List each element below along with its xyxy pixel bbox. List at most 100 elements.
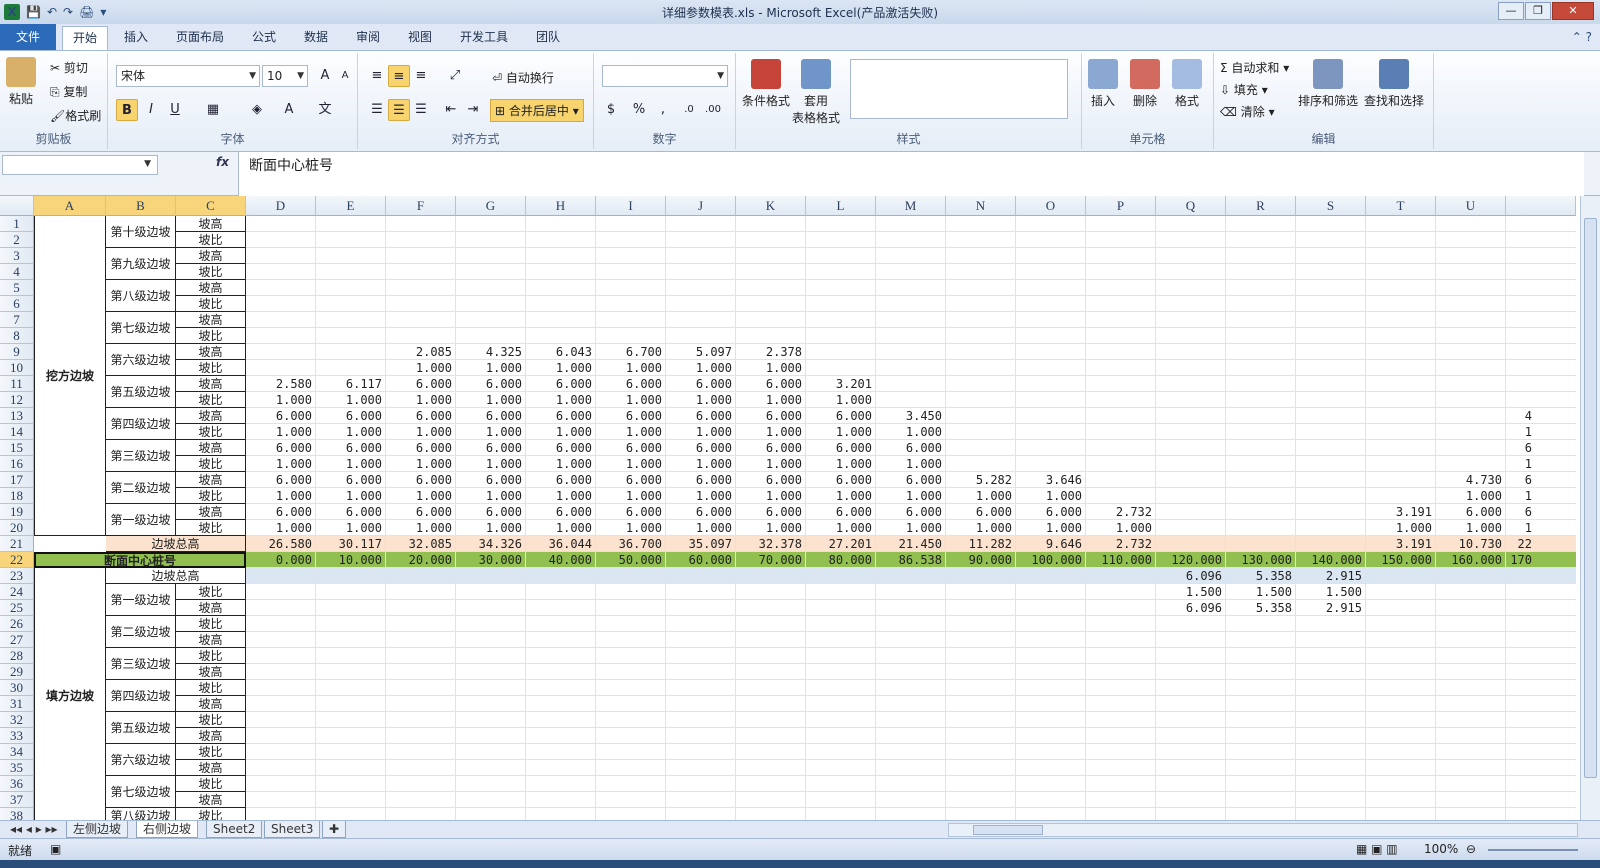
data-cell-u22[interactable]: 160.000 bbox=[1436, 552, 1506, 568]
data-cell-v16[interactable]: 1 bbox=[1506, 456, 1536, 472]
data-cell-n22[interactable]: 90.000 bbox=[946, 552, 1016, 568]
column-header-l[interactable]: L bbox=[806, 196, 876, 216]
data-cell-k18[interactable]: 1.000 bbox=[736, 488, 806, 504]
row-header-32[interactable]: 32 bbox=[0, 712, 34, 728]
data-cell-e14[interactable]: 1.000 bbox=[316, 424, 386, 440]
phonetic-icon[interactable]: 文 bbox=[314, 99, 336, 121]
sort-filter-button[interactable]: 排序和筛选 bbox=[1298, 59, 1358, 109]
data-cell-j12[interactable]: 1.000 bbox=[666, 392, 736, 408]
data-cell-p21[interactable]: 2.732 bbox=[1086, 536, 1156, 552]
data-cell-l15[interactable]: 6.000 bbox=[806, 440, 876, 456]
paste-button[interactable]: 粘贴 bbox=[6, 57, 36, 107]
data-cell-m14[interactable]: 1.000 bbox=[876, 424, 946, 440]
insert-cells-button[interactable]: 插入 bbox=[1088, 59, 1118, 109]
data-cell-u18[interactable]: 1.000 bbox=[1436, 488, 1506, 504]
data-cell-f19[interactable]: 6.000 bbox=[386, 504, 456, 520]
data-cell-e15[interactable]: 6.000 bbox=[316, 440, 386, 456]
row-header-19[interactable]: 19 bbox=[0, 504, 34, 520]
align-bottom-icon[interactable]: ≡ bbox=[410, 65, 432, 87]
row-header-18[interactable]: 18 bbox=[0, 488, 34, 504]
data-cell-j9[interactable]: 5.097 bbox=[666, 344, 736, 360]
data-cell-e20[interactable]: 1.000 bbox=[316, 520, 386, 536]
data-cell-t22[interactable]: 150.000 bbox=[1366, 552, 1436, 568]
underline-button[interactable]: U bbox=[164, 99, 186, 121]
data-cell-o19[interactable]: 6.000 bbox=[1016, 504, 1086, 520]
data-cell-o21[interactable]: 9.646 bbox=[1016, 536, 1086, 552]
data-cell-d20[interactable]: 1.000 bbox=[246, 520, 316, 536]
data-cell-l13[interactable]: 6.000 bbox=[806, 408, 876, 424]
horizontal-scrollbar[interactable] bbox=[948, 823, 1578, 837]
data-cell-v15[interactable]: 6 bbox=[1506, 440, 1536, 456]
row-header-17[interactable]: 17 bbox=[0, 472, 34, 488]
data-cell-v19[interactable]: 6 bbox=[1506, 504, 1536, 520]
data-cell-k22[interactable]: 70.000 bbox=[736, 552, 806, 568]
format-as-table-button[interactable]: 套用 表格格式 bbox=[788, 59, 844, 126]
data-cell-n20[interactable]: 1.000 bbox=[946, 520, 1016, 536]
wrap-text-button[interactable]: ⏎ 自动换行 bbox=[492, 69, 554, 86]
vertical-scrollbar[interactable] bbox=[1580, 196, 1600, 820]
data-cell-t20[interactable]: 1.000 bbox=[1366, 520, 1436, 536]
data-cell-i21[interactable]: 36.700 bbox=[596, 536, 666, 552]
column-header-p[interactable]: P bbox=[1086, 196, 1156, 216]
column-header-q[interactable]: Q bbox=[1156, 196, 1226, 216]
data-cell-m16[interactable]: 1.000 bbox=[876, 456, 946, 472]
macro-record-icon[interactable]: ▣ bbox=[50, 842, 61, 856]
data-cell-g17[interactable]: 6.000 bbox=[456, 472, 526, 488]
data-cell-r24[interactable]: 1.500 bbox=[1226, 584, 1296, 600]
data-cell-o18[interactable]: 1.000 bbox=[1016, 488, 1086, 504]
tab-home[interactable]: 开始 bbox=[62, 26, 109, 50]
column-header-k[interactable]: K bbox=[736, 196, 806, 216]
column-header-r[interactable]: R bbox=[1226, 196, 1296, 216]
comma-icon[interactable]: , bbox=[652, 99, 674, 121]
data-cell-j21[interactable]: 35.097 bbox=[666, 536, 736, 552]
column-header-c[interactable]: C bbox=[176, 196, 246, 216]
data-cell-g22[interactable]: 30.000 bbox=[456, 552, 526, 568]
data-cell-k16[interactable]: 1.000 bbox=[736, 456, 806, 472]
data-cell-f17[interactable]: 6.000 bbox=[386, 472, 456, 488]
row-header-21[interactable]: 21 bbox=[0, 536, 34, 552]
bold-button[interactable]: B bbox=[116, 99, 138, 121]
minimize-button[interactable]: — bbox=[1498, 2, 1524, 20]
data-cell-s24[interactable]: 1.500 bbox=[1296, 584, 1366, 600]
clear-button[interactable]: ⌫ 清除 ▾ bbox=[1220, 103, 1275, 120]
row-header-10[interactable]: 10 bbox=[0, 360, 34, 376]
data-cell-h13[interactable]: 6.000 bbox=[526, 408, 596, 424]
sheet-tab-sheet2[interactable]: Sheet2 bbox=[206, 821, 263, 838]
column-header-j[interactable]: J bbox=[666, 196, 736, 216]
column-header-e[interactable]: E bbox=[316, 196, 386, 216]
data-cell-k14[interactable]: 1.000 bbox=[736, 424, 806, 440]
data-cell-k12[interactable]: 1.000 bbox=[736, 392, 806, 408]
data-cell-g21[interactable]: 34.326 bbox=[456, 536, 526, 552]
column-header-m[interactable]: M bbox=[876, 196, 946, 216]
merge-center-button[interactable]: ⊞ 合并后居中 ▾ bbox=[490, 99, 584, 122]
tab-review[interactable]: 审阅 bbox=[346, 26, 390, 50]
row-header-20[interactable]: 20 bbox=[0, 520, 34, 536]
data-cell-k17[interactable]: 6.000 bbox=[736, 472, 806, 488]
zoom-level[interactable]: 100% bbox=[1424, 842, 1458, 856]
row-header-30[interactable]: 30 bbox=[0, 680, 34, 696]
row-header-37[interactable]: 37 bbox=[0, 792, 34, 808]
cell-styles-gallery[interactable] bbox=[850, 59, 1068, 119]
data-cell-k15[interactable]: 6.000 bbox=[736, 440, 806, 456]
increase-decimal-icon[interactable]: .0 bbox=[678, 99, 700, 121]
conditional-format-button[interactable]: 条件格式 bbox=[738, 59, 794, 109]
align-left-icon[interactable]: ☰ bbox=[366, 99, 388, 121]
data-cell-l21[interactable]: 27.201 bbox=[806, 536, 876, 552]
data-cell-i22[interactable]: 50.000 bbox=[596, 552, 666, 568]
row-header-8[interactable]: 8 bbox=[0, 328, 34, 344]
data-cell-h11[interactable]: 6.000 bbox=[526, 376, 596, 392]
column-header-t[interactable]: T bbox=[1366, 196, 1436, 216]
data-cell-j10[interactable]: 1.000 bbox=[666, 360, 736, 376]
data-cell-j22[interactable]: 60.000 bbox=[666, 552, 736, 568]
data-cell-g15[interactable]: 6.000 bbox=[456, 440, 526, 456]
data-cell-o20[interactable]: 1.000 bbox=[1016, 520, 1086, 536]
data-cell-d22[interactable]: 0.000 bbox=[246, 552, 316, 568]
italic-button[interactable]: I bbox=[140, 99, 162, 121]
data-cell-o22[interactable]: 100.000 bbox=[1016, 552, 1086, 568]
column-header-b[interactable]: B bbox=[106, 196, 176, 216]
data-cell-l22[interactable]: 80.000 bbox=[806, 552, 876, 568]
row-header-6[interactable]: 6 bbox=[0, 296, 34, 312]
number-format-select[interactable]: ▼ bbox=[602, 65, 728, 87]
data-cell-n19[interactable]: 6.000 bbox=[946, 504, 1016, 520]
data-cell-m20[interactable]: 1.000 bbox=[876, 520, 946, 536]
